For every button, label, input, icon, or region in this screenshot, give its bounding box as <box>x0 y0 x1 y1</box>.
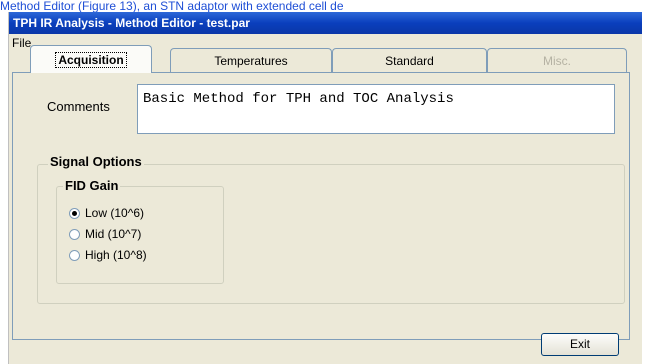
radio-high-gain[interactable]: High (10^8) <box>69 248 147 262</box>
radio-button[interactable] <box>69 249 80 261</box>
radio-low-gain[interactable]: Low (10^6) <box>69 206 144 220</box>
exit-button[interactable]: Exit <box>541 333 619 356</box>
fid-gain-title: FID Gain <box>63 178 121 193</box>
comments-field[interactable]: Basic Method for TPH and TOC Analysis <box>137 84 615 134</box>
window-title: TPH IR Analysis - Method Editor - test.p… <box>9 12 642 34</box>
radio-button[interactable] <box>69 228 80 240</box>
tab-acquisition[interactable]: Acquisition <box>30 45 152 73</box>
tab-temperatures[interactable]: Temperatures <box>170 48 332 72</box>
signal-options-title: Signal Options <box>48 154 144 169</box>
tab-misc: Misc. <box>487 48 627 72</box>
radio-mid-gain[interactable]: Mid (10^7) <box>69 227 141 241</box>
menu-file[interactable]: File <box>9 36 31 50</box>
radio-button-checked[interactable] <box>69 207 80 219</box>
comments-label: Comments <box>47 99 110 114</box>
tab-standard[interactable]: Standard <box>332 48 487 72</box>
